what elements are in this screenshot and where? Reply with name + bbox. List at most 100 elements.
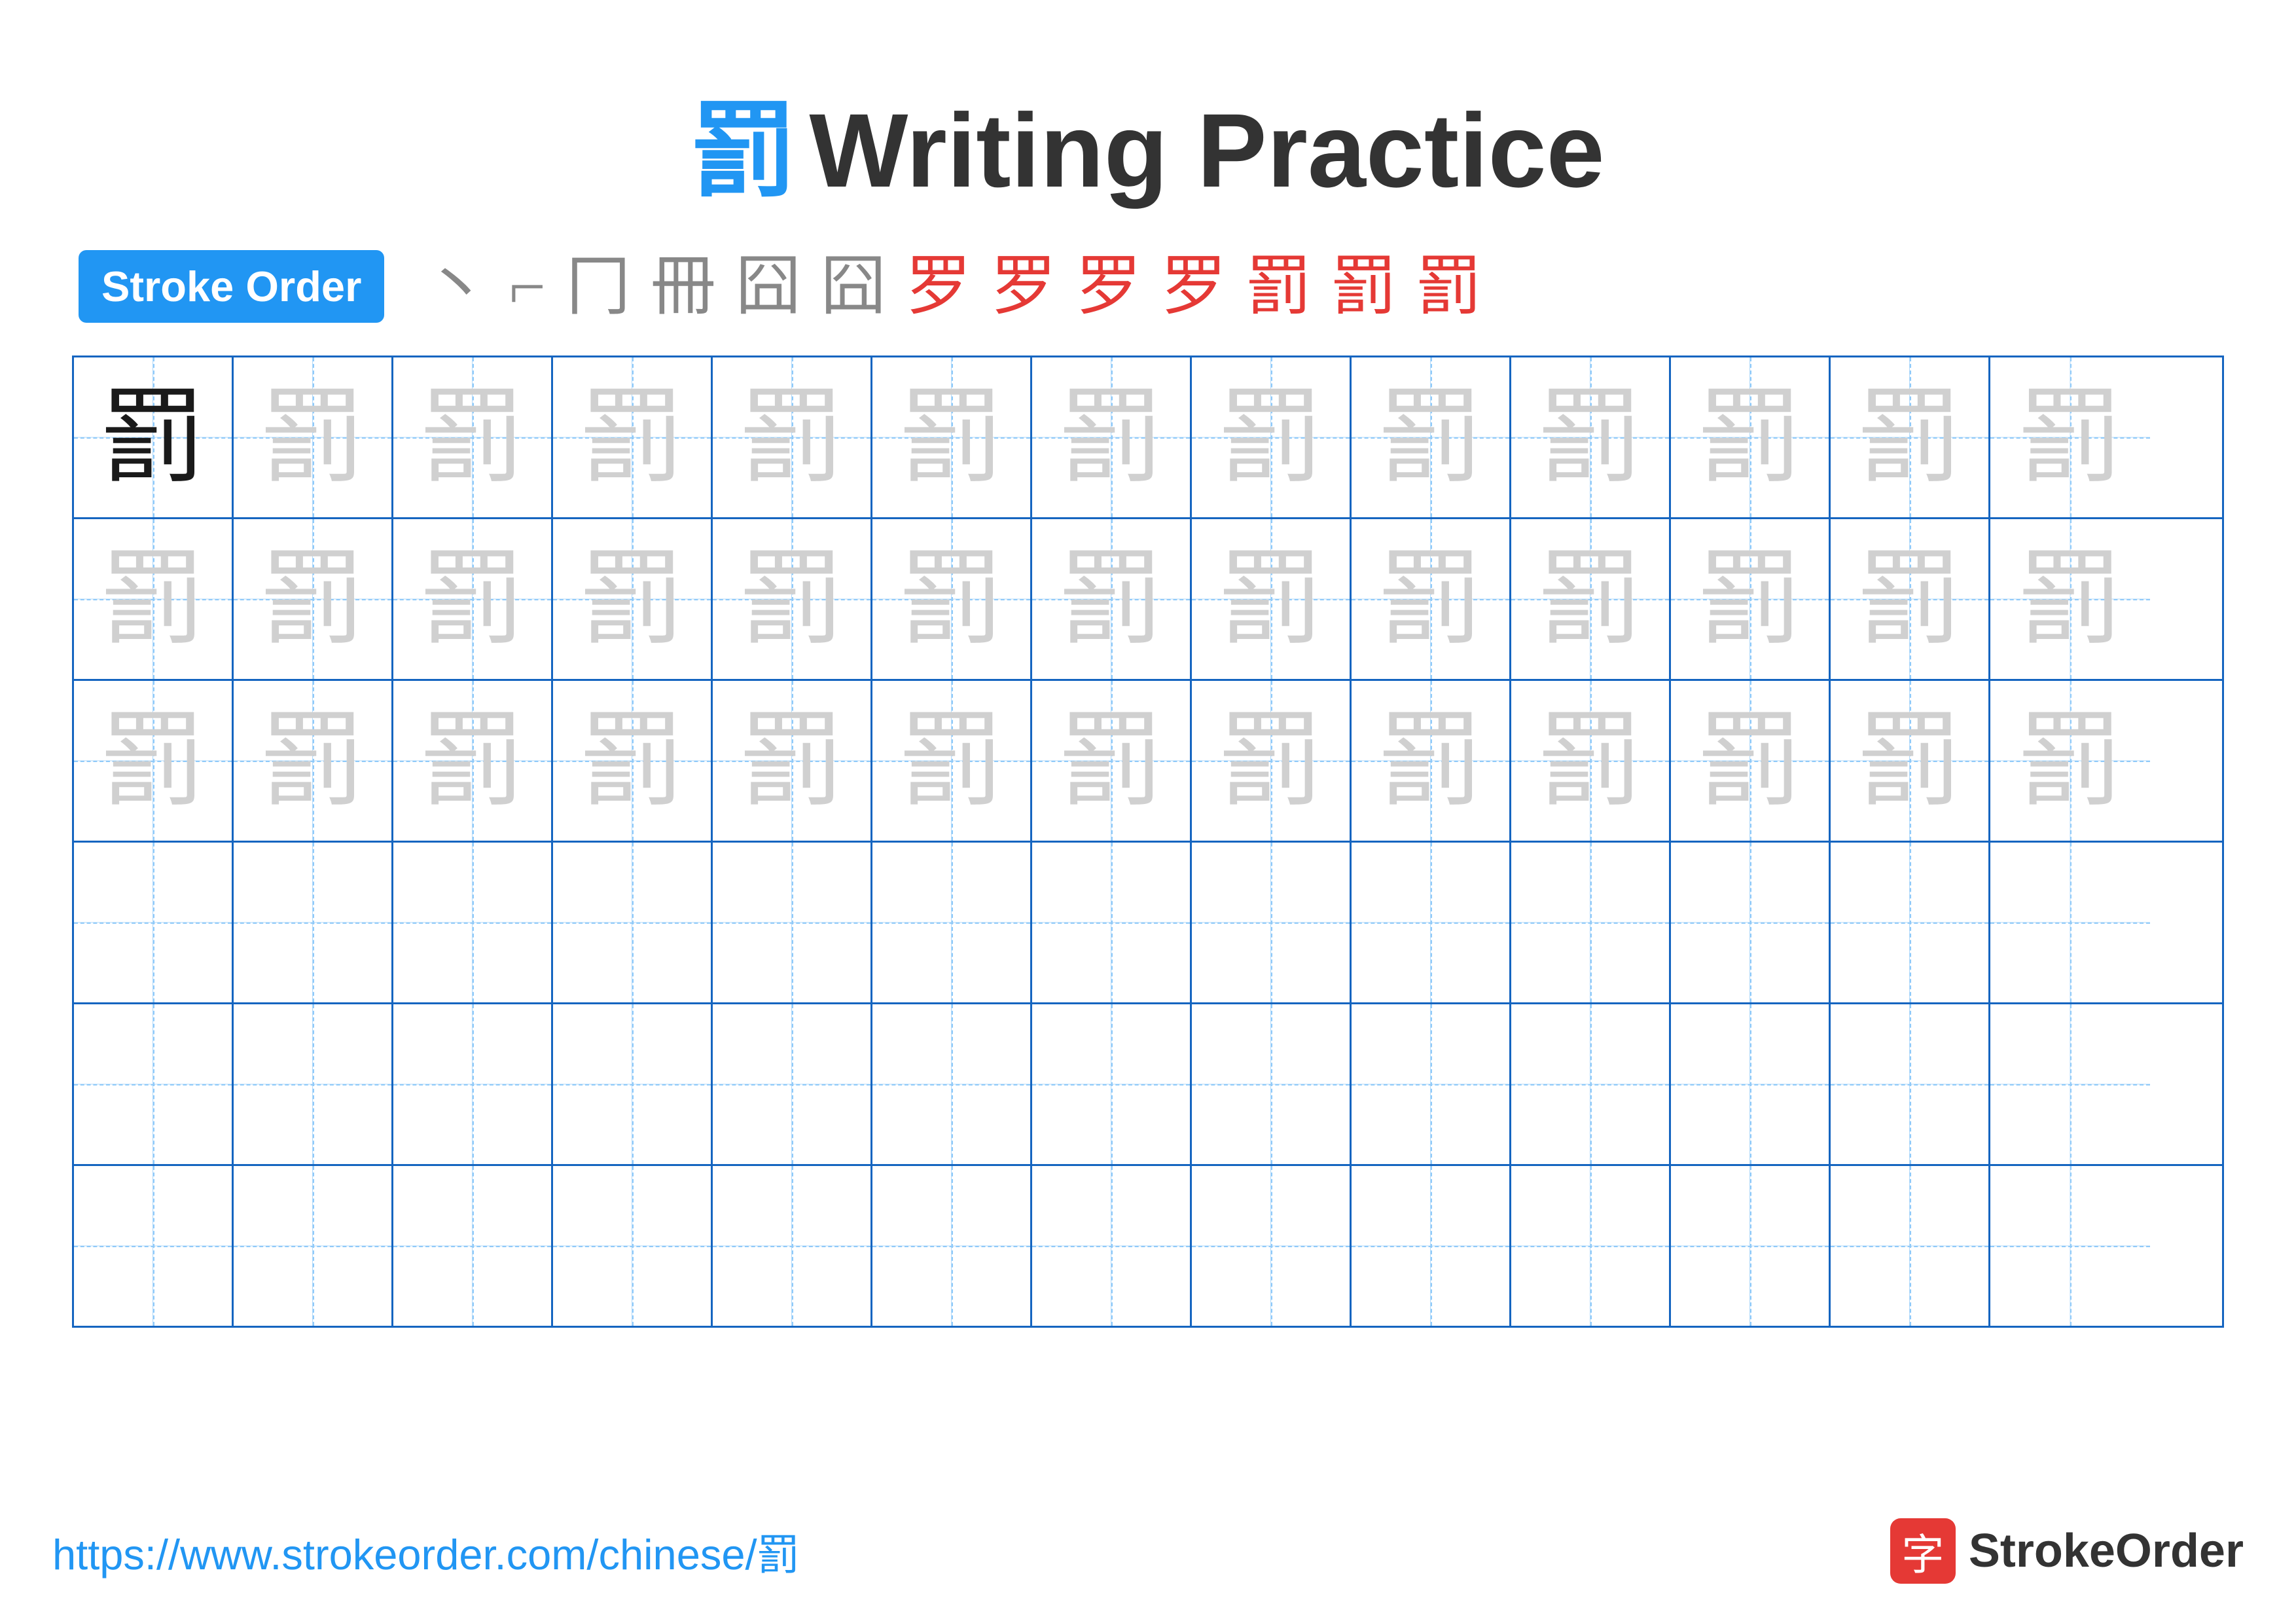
grid-cell[interactable]: 罰 xyxy=(74,681,234,841)
practice-char-ghost: 罰 xyxy=(739,708,844,813)
grid-cell[interactable]: 罰 xyxy=(553,681,713,841)
grid-cell[interactable]: 罰 xyxy=(393,519,553,679)
grid-cell[interactable] xyxy=(1192,1166,1352,1326)
grid-cell[interactable]: 罰 xyxy=(1831,357,1990,517)
grid-cell[interactable]: 罰 xyxy=(234,681,393,841)
practice-char-ghost: 罰 xyxy=(739,547,844,651)
grid-cell[interactable]: 罰 xyxy=(1192,519,1352,679)
grid-row-3: 罰 罰 罰 罰 罰 罰 罰 罰 罰 罰 罰 罰 罰 xyxy=(74,681,2222,843)
grid-cell[interactable] xyxy=(1352,1004,1511,1164)
footer-url: https://www.strokeorder.com/chinese/罰 xyxy=(52,1520,800,1582)
grid-cell[interactable] xyxy=(1831,843,1990,1002)
grid-cell[interactable] xyxy=(74,1004,234,1164)
grid-cell[interactable]: 罰 xyxy=(1990,681,2150,841)
grid-cell[interactable]: 罰 xyxy=(713,357,872,517)
grid-cell[interactable] xyxy=(872,1166,1032,1326)
grid-cell[interactable]: 罰 xyxy=(1671,681,1831,841)
grid-cell[interactable] xyxy=(234,1004,393,1164)
grid-cell[interactable] xyxy=(713,1004,872,1164)
grid-cell[interactable]: 罰 xyxy=(1671,519,1831,679)
grid-cell[interactable] xyxy=(1671,843,1831,1002)
stroke-steps: 丶 ⌐ 冂 冊 囧 囧 罗 罗 罗 罗 罰 罰 罰 xyxy=(423,254,2217,319)
grid-cell[interactable]: 罰 xyxy=(1352,681,1511,841)
stroke-12: 罰 xyxy=(1331,254,1397,319)
grid-cell[interactable]: 罰 xyxy=(713,519,872,679)
grid-cell[interactable] xyxy=(713,1166,872,1326)
grid-cell[interactable] xyxy=(1192,843,1352,1002)
grid-cell[interactable]: 罰 xyxy=(1192,681,1352,841)
title-character: 罰 xyxy=(691,92,796,209)
practice-char-ghost: 罰 xyxy=(2018,547,2123,651)
grid-cell[interactable] xyxy=(234,1166,393,1326)
grid-cell[interactable] xyxy=(74,1166,234,1326)
grid-cell[interactable] xyxy=(1352,1166,1511,1326)
grid-cell[interactable]: 罰 xyxy=(74,357,234,517)
grid-cell[interactable] xyxy=(1990,1004,2150,1164)
grid-cell[interactable]: 罰 xyxy=(553,519,713,679)
grid-cell[interactable] xyxy=(1032,1004,1192,1164)
grid-cell[interactable] xyxy=(1511,1166,1671,1326)
grid-row-2: 罰 罰 罰 罰 罰 罰 罰 罰 罰 罰 罰 罰 罰 xyxy=(74,519,2222,681)
grid-cell[interactable]: 罰 xyxy=(872,519,1032,679)
grid-cell[interactable]: 罰 xyxy=(1511,681,1671,841)
grid-cell[interactable] xyxy=(1990,1166,2150,1326)
practice-char-ghost: 罰 xyxy=(1537,385,1642,490)
grid-cell[interactable]: 罰 xyxy=(1032,357,1192,517)
stroke-11: 罰 xyxy=(1246,254,1312,319)
page: 罰Writing Practice Stroke Order 丶 ⌐ 冂 冊 囧… xyxy=(0,0,2296,1623)
practice-char-ghost: 罰 xyxy=(420,547,524,651)
grid-cell[interactable]: 罰 xyxy=(393,357,553,517)
grid-cell[interactable] xyxy=(74,843,234,1002)
grid-cell[interactable] xyxy=(1032,843,1192,1002)
practice-char-ghost: 罰 xyxy=(2018,385,2123,490)
practice-char-ghost: 罰 xyxy=(100,708,205,813)
grid-cell[interactable]: 罰 xyxy=(1511,357,1671,517)
grid-cell[interactable]: 罰 xyxy=(872,357,1032,517)
grid-cell[interactable] xyxy=(1511,1004,1671,1164)
grid-cell[interactable] xyxy=(1831,1166,1990,1326)
grid-cell[interactable]: 罰 xyxy=(393,681,553,841)
grid-cell[interactable] xyxy=(393,1004,553,1164)
grid-cell[interactable] xyxy=(1671,1166,1831,1326)
grid-cell[interactable] xyxy=(713,843,872,1002)
grid-cell[interactable] xyxy=(872,843,1032,1002)
grid-cell[interactable]: 罰 xyxy=(1352,519,1511,679)
grid-cell[interactable] xyxy=(553,1166,713,1326)
stroke-5: 囧 xyxy=(736,254,801,319)
grid-cell[interactable] xyxy=(1032,1166,1192,1326)
grid-cell[interactable] xyxy=(553,1004,713,1164)
grid-cell[interactable]: 罰 xyxy=(1032,681,1192,841)
grid-cell[interactable]: 罰 xyxy=(1192,357,1352,517)
grid-cell[interactable] xyxy=(1831,1004,1990,1164)
grid-cell[interactable]: 罰 xyxy=(234,519,393,679)
grid-cell[interactable] xyxy=(1352,843,1511,1002)
grid-cell[interactable]: 罰 xyxy=(1831,519,1990,679)
grid-cell[interactable]: 罰 xyxy=(553,357,713,517)
grid-cell[interactable]: 罰 xyxy=(713,681,872,841)
grid-cell[interactable]: 罰 xyxy=(1831,681,1990,841)
footer-logo: 字 StrokeOrder xyxy=(1890,1518,2244,1584)
grid-cell[interactable] xyxy=(872,1004,1032,1164)
grid-cell[interactable] xyxy=(1671,1004,1831,1164)
grid-cell[interactable]: 罰 xyxy=(872,681,1032,841)
practice-char-ghost: 罰 xyxy=(260,547,365,651)
grid-cell[interactable]: 罰 xyxy=(74,519,234,679)
grid-cell[interactable] xyxy=(393,843,553,1002)
practice-char-ghost: 罰 xyxy=(1218,385,1323,490)
grid-cell[interactable] xyxy=(393,1166,553,1326)
grid-cell[interactable]: 罰 xyxy=(1990,519,2150,679)
grid-cell[interactable]: 罰 xyxy=(1671,357,1831,517)
grid-cell[interactable] xyxy=(234,843,393,1002)
practice-char: 罰 xyxy=(100,385,205,490)
grid-row-1: 罰 罰 罰 罰 罰 罰 罰 罰 罰 罰 罰 罰 罰 xyxy=(74,357,2222,519)
grid-cell[interactable] xyxy=(1192,1004,1352,1164)
grid-cell[interactable]: 罰 xyxy=(1990,357,2150,517)
grid-cell[interactable] xyxy=(1511,843,1671,1002)
grid-cell[interactable]: 罰 xyxy=(1511,519,1671,679)
grid-cell[interactable]: 罰 xyxy=(1032,519,1192,679)
grid-cell[interactable] xyxy=(553,843,713,1002)
grid-cell[interactable] xyxy=(1990,843,2150,1002)
footer: https://www.strokeorder.com/chinese/罰 字 … xyxy=(52,1518,2244,1584)
grid-cell[interactable]: 罰 xyxy=(234,357,393,517)
grid-cell[interactable]: 罰 xyxy=(1352,357,1511,517)
